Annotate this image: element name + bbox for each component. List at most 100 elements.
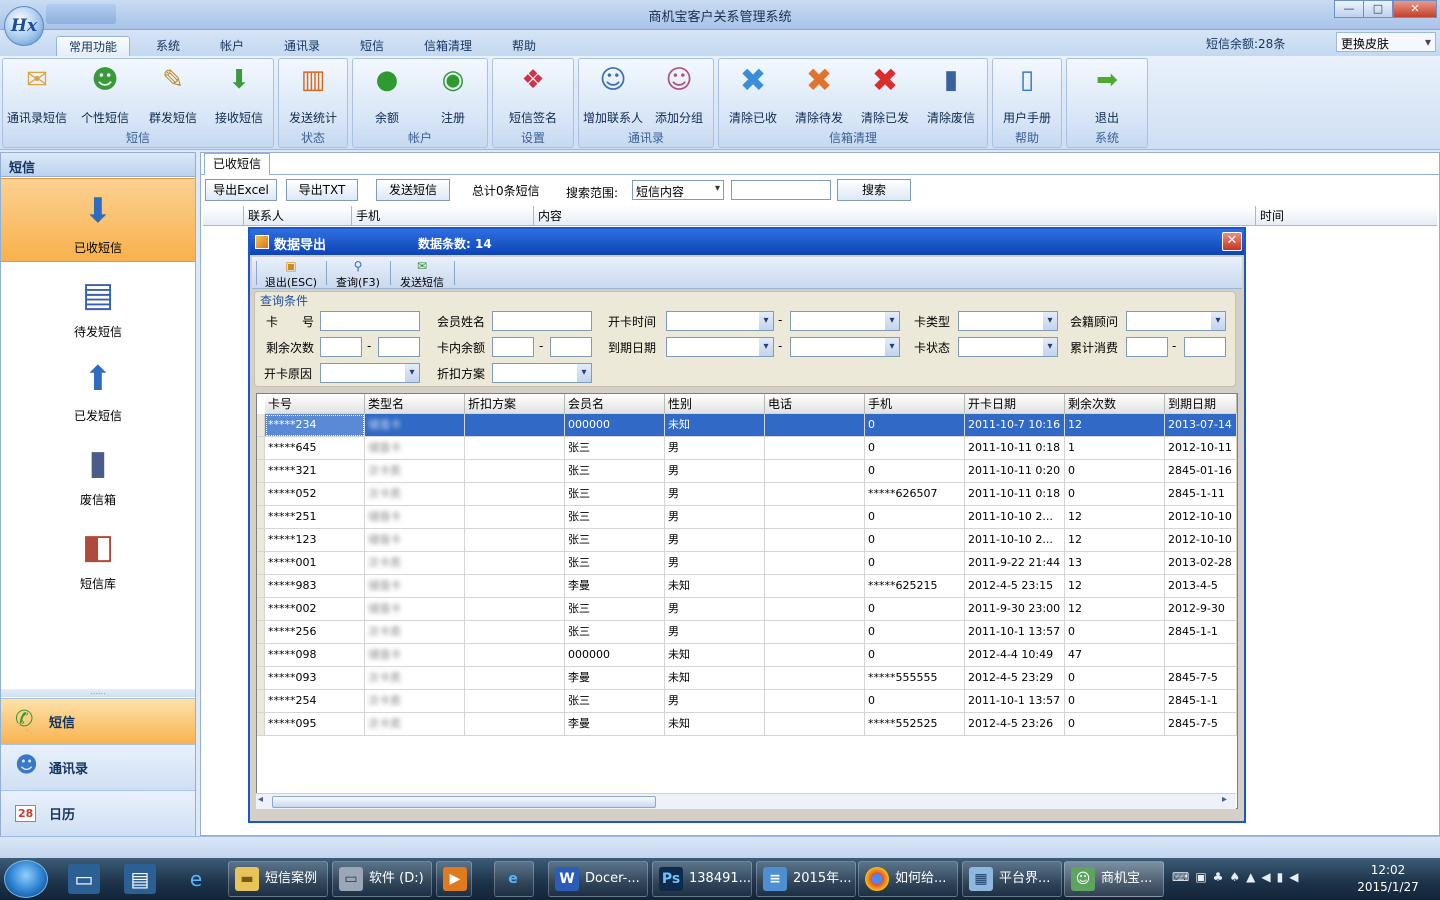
card-type-select[interactable]	[958, 311, 1058, 331]
col-contact[interactable]: 联系人	[243, 206, 351, 226]
row-indicator[interactable]	[257, 506, 265, 529]
nav-item-trash[interactable]: ▮ 废信箱	[1, 431, 195, 515]
row-indicator[interactable]	[257, 460, 265, 483]
scroll-right-icon[interactable]: ▸	[1222, 794, 1227, 805]
maximize-button[interactable]: □	[1363, 0, 1393, 18]
discount-plan-select[interactable]	[492, 363, 592, 383]
dialog-send-sms-button[interactable]: ✉ 发送短信	[394, 257, 450, 289]
nav-item-sent[interactable]: ⬆ 已发短信	[1, 347, 195, 431]
col-header-discount-plan[interactable]: 折扣方案	[465, 394, 565, 414]
col-header-gender[interactable]: 性别	[665, 394, 765, 414]
open-time-start-select[interactable]	[666, 311, 774, 331]
personal-sms-button[interactable]: ☻ 个性短信	[73, 61, 137, 127]
taskbar-item-word[interactable]: W Docer-...	[548, 861, 648, 897]
tab-mailbox-clean[interactable]: 信箱清理	[412, 36, 484, 56]
clock[interactable]: 12:02 2015/1/27	[1350, 862, 1426, 896]
card-no-input[interactable]	[320, 311, 420, 331]
send-stats-button[interactable]: ▥ 发送统计	[281, 61, 345, 127]
row-indicator[interactable]	[257, 621, 265, 644]
nav-item-pending[interactable]: ▤ 待发短信	[1, 263, 195, 347]
col-header-card-no[interactable]: 卡号	[265, 394, 365, 414]
nav-section-sms[interactable]: ✆ 短信	[1, 698, 195, 744]
ie-browser-icon[interactable]: e	[180, 864, 212, 894]
system-tray-icons[interactable]: ⌨▣♣♠▲◀▮◀	[1172, 870, 1348, 888]
row-indicator[interactable]	[257, 483, 265, 506]
remain-times-min-input[interactable]	[320, 337, 362, 357]
search-input[interactable]	[731, 180, 831, 200]
col-header-type-name[interactable]: 类型名	[365, 394, 465, 414]
clear-trash-button[interactable]: ▮ 清除废信	[919, 61, 983, 127]
close-button[interactable]: ✕	[1393, 0, 1437, 18]
tab-contacts[interactable]: 通讯录	[272, 36, 332, 56]
col-header-phone[interactable]: 电话	[765, 394, 865, 414]
export-excel-button[interactable]: 导出Excel	[205, 179, 277, 201]
taskbar-item-photoshop[interactable]: Ps 138491...	[652, 861, 752, 897]
scroll-thumb[interactable]	[272, 796, 656, 808]
table-row[interactable]: *****052 次卡类 张三男 *****626507 2011-10-11 0:18…	[257, 483, 1237, 506]
table-row[interactable]: *****001 次卡类 张三男 0 2011-9-22 21:44 13 2013-02-…	[257, 552, 1237, 575]
row-indicator[interactable]	[257, 414, 265, 437]
clear-sent-button[interactable]: ✖ 清除已发	[853, 61, 917, 127]
taskbar-item-crm[interactable]: ☺ 商机宝...	[1064, 861, 1164, 897]
tab-system[interactable]: 系统	[144, 36, 192, 56]
remain-times-max-input[interactable]	[378, 337, 420, 357]
col-header-expire-date[interactable]: 到期日期	[1165, 394, 1237, 414]
table-row[interactable]: *****095 次卡类 李曼 未知 *****552525 2012-4-5 23:26…	[257, 713, 1237, 736]
col-header-remain-times[interactable]: 剩余次数	[1065, 394, 1165, 414]
table-row[interactable]: *****123 储值卡 张三男 0 2011-10-10 2... 12 2012-10-…	[257, 529, 1237, 552]
group-sms-button[interactable]: ✎ 群发短信	[141, 61, 205, 127]
taskbar-item-platform[interactable]: ▦ 平台界...	[962, 861, 1062, 897]
user-manual-button[interactable]: ▯ 用户手册	[995, 61, 1059, 127]
nav-item-inbox[interactable]: ⬇ 已收短信	[1, 178, 195, 262]
dialog-close-button[interactable]: ✕	[1222, 232, 1242, 251]
table-row[interactable]: *****234 储值卡 000000 未知 0 2011-10-7 10:16 12 201…	[257, 414, 1237, 437]
total-spend-min-input[interactable]	[1126, 337, 1168, 357]
scroll-left-icon[interactable]: ◂	[258, 794, 263, 805]
card-balance-min-input[interactable]	[492, 337, 534, 357]
remote-desktop-icon[interactable]: ▤	[124, 864, 156, 894]
search-scope-select[interactable]: 短信内容	[632, 180, 724, 200]
contacts-sms-button[interactable]: ✉ 通讯录短信	[5, 61, 69, 127]
dialog-query-button[interactable]: ⚲ 查询(F3)	[330, 257, 386, 289]
dialog-exit-button[interactable]: ▣ 退出(ESC)	[260, 257, 322, 289]
card-balance-max-input[interactable]	[550, 337, 592, 357]
clear-pending-button[interactable]: ✖ 清除待发	[787, 61, 851, 127]
row-indicator[interactable]	[257, 598, 265, 621]
quick-access-toolbar[interactable]	[46, 4, 116, 24]
taskbar-item-folder[interactable]: ▬ 短信案例	[228, 861, 328, 897]
skin-select[interactable]: 更换皮肤	[1336, 32, 1436, 52]
export-txt-button[interactable]: 导出TXT	[286, 179, 358, 201]
add-group-button[interactable]: ☺ 添加分组	[647, 61, 711, 127]
row-indicator[interactable]	[257, 529, 265, 552]
row-indicator[interactable]	[257, 575, 265, 598]
tab-help[interactable]: 帮助	[500, 36, 548, 56]
taskbar-item-chrome[interactable]: 如何给...	[858, 861, 958, 897]
row-indicator[interactable]	[257, 713, 265, 736]
sms-signature-button[interactable]: ❖ 短信签名	[501, 61, 565, 127]
open-reason-select[interactable]	[320, 363, 420, 383]
show-desktop-icon[interactable]: ▭	[68, 864, 100, 894]
row-indicator[interactable]	[257, 437, 265, 460]
balance-button[interactable]: ● 余额	[355, 61, 419, 127]
grid-horizontal-scrollbar[interactable]: ◂ ▸	[256, 793, 1236, 809]
clear-received-button[interactable]: ✖ 清除已收	[721, 61, 785, 127]
register-button[interactable]: ◉ 注册	[421, 61, 485, 127]
add-contact-button[interactable]: ☺ 增加联系人	[581, 61, 645, 127]
taskbar-item-drive[interactable]: ▭ 软件 (D:)	[332, 861, 432, 897]
nav-splitter-grip[interactable]: ......	[1, 688, 195, 697]
tab-account[interactable]: 帐户	[208, 36, 256, 56]
row-indicator[interactable]	[257, 644, 265, 667]
row-indicator[interactable]	[257, 667, 265, 690]
exit-button[interactable]: ➡ 退出	[1075, 61, 1139, 127]
table-row[interactable]: *****256 次卡类 张三男 0 2011-10-1 13:57 0 2845-1-1	[257, 621, 1237, 644]
table-row[interactable]: *****321 次卡类 张三男 0 2011-10-11 0:20 0 2845-01-1…	[257, 460, 1237, 483]
nav-section-calendar[interactable]: 28 日历	[1, 790, 195, 836]
search-button[interactable]: 搜索	[837, 179, 911, 201]
expire-date-start-select[interactable]	[666, 337, 774, 357]
table-row[interactable]: *****098 储值卡 000000 未知 0 2012-4-4 10:49 47	[257, 644, 1237, 667]
card-status-select[interactable]	[958, 337, 1058, 357]
table-row[interactable]: *****093 次卡类 李曼 未知 *****555555 2012-4-5 23:29…	[257, 667, 1237, 690]
col-content[interactable]: 内容	[533, 206, 1255, 226]
nav-section-contacts[interactable]: ☻ 通讯录	[1, 744, 195, 790]
col-time[interactable]: 时间	[1255, 206, 1437, 226]
